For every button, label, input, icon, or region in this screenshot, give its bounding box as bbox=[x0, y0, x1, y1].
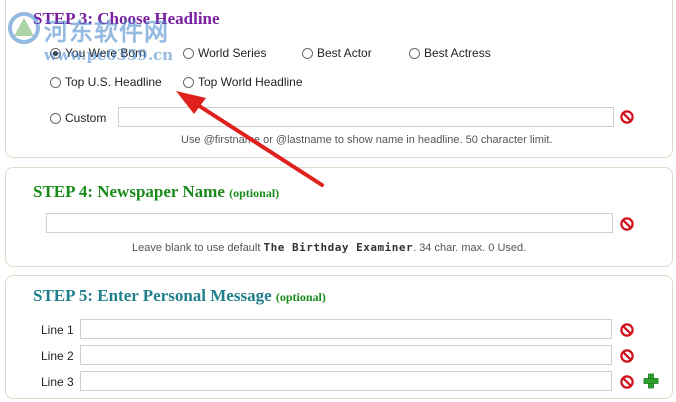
radio-world-series[interactable]: World Series bbox=[183, 46, 266, 60]
clear-icon[interactable] bbox=[620, 323, 634, 337]
hint-suffix: . 34 char. max. 0 Used. bbox=[413, 242, 527, 254]
step3-panel: STEP 3: Choose Headline You Were Born Wo… bbox=[5, 0, 673, 158]
clear-icon[interactable] bbox=[620, 110, 634, 124]
step3-title: STEP 3: Choose Headline bbox=[33, 9, 220, 28]
step4-title: STEP 4: Newspaper Name (optional) bbox=[33, 182, 279, 202]
step5-title-text: STEP 5: Enter Personal Message bbox=[33, 286, 272, 305]
optional-tag: (optional) bbox=[229, 186, 280, 200]
radio-dot[interactable] bbox=[50, 112, 61, 124]
hint-default-name: The Birthday Examiner bbox=[263, 241, 414, 254]
radio-you-were-born[interactable]: You Were Born bbox=[50, 46, 146, 60]
step4-panel: STEP 4: Newspaper Name (optional) Leave … bbox=[5, 167, 673, 267]
radio-top-us-headline[interactable]: Top U.S. Headline bbox=[50, 75, 162, 89]
radio-label: Best Actress bbox=[424, 46, 491, 60]
radio-best-actor[interactable]: Best Actor bbox=[302, 46, 372, 60]
line1-label: Line 1 bbox=[41, 323, 74, 337]
radio-dot[interactable] bbox=[183, 76, 194, 88]
step5-title: STEP 5: Enter Personal Message (optional… bbox=[33, 286, 326, 306]
radio-dot[interactable] bbox=[183, 47, 194, 59]
line2-label: Line 2 bbox=[41, 349, 74, 363]
message-line2-input[interactable] bbox=[80, 345, 612, 365]
radio-dot[interactable] bbox=[50, 76, 61, 88]
radio-top-world-headline[interactable]: Top World Headline bbox=[183, 75, 303, 89]
radio-label: Top U.S. Headline bbox=[65, 75, 162, 89]
step5-panel: STEP 5: Enter Personal Message (optional… bbox=[5, 275, 673, 399]
radio-label: Best Actor bbox=[317, 46, 372, 60]
line3-label: Line 3 bbox=[41, 375, 74, 389]
clear-icon[interactable] bbox=[620, 349, 634, 363]
clear-icon[interactable] bbox=[620, 217, 634, 231]
headline-hint: Use @firstname or @lastname to show name… bbox=[181, 134, 553, 146]
step4-title-text: STEP 4: Newspaper Name bbox=[33, 182, 225, 201]
message-line1-input[interactable] bbox=[80, 319, 612, 339]
newspaper-name-input[interactable] bbox=[46, 213, 613, 233]
radio-label: Top World Headline bbox=[198, 75, 303, 89]
radio-dot[interactable] bbox=[409, 47, 420, 59]
optional-tag: (optional) bbox=[275, 290, 326, 304]
radio-dot[interactable] bbox=[302, 47, 313, 59]
add-line-icon[interactable] bbox=[643, 373, 659, 389]
radio-label: You Were Born bbox=[65, 46, 146, 60]
custom-headline-input[interactable] bbox=[118, 107, 614, 127]
radio-label: World Series bbox=[198, 46, 267, 60]
radio-best-actress[interactable]: Best Actress bbox=[409, 46, 491, 60]
clear-icon[interactable] bbox=[620, 375, 634, 389]
radio-label: Custom bbox=[65, 111, 107, 125]
radio-custom[interactable]: Custom bbox=[50, 111, 106, 125]
message-line3-input[interactable] bbox=[80, 371, 612, 391]
newspaper-name-hint: Leave blank to use default The Birthday … bbox=[132, 241, 526, 254]
radio-dot[interactable] bbox=[50, 47, 61, 59]
hint-prefix: Leave blank to use default bbox=[132, 242, 261, 254]
